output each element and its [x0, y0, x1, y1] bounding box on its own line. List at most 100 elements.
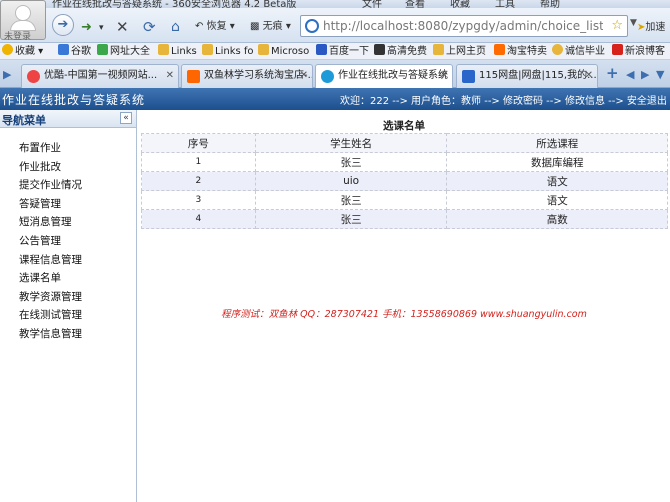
app-title: 作业在线批改与答疑系统 [2, 93, 146, 107]
tab-label: 115网盘|网盘|115,我的... [479, 70, 597, 81]
sidebar-item-submission-status[interactable]: 提交作业情况 [0, 176, 136, 195]
cell-course: 语文 [446, 190, 668, 210]
accelerate-button[interactable]: ➤加速 [637, 18, 665, 33]
table-header-row: 序号 学生姓名 所选课程 [141, 133, 668, 153]
taobao-icon [494, 44, 505, 55]
tab-taobao-shop[interactable]: 双鱼林学习系统淘宝店-... ✕ [181, 64, 313, 88]
table-row[interactable]: 4 张三 高数 [141, 209, 668, 229]
google-icon [58, 44, 69, 55]
tab-scroll-left-icon[interactable]: ◀ [626, 68, 634, 81]
history-dropdown[interactable]: ▾ [94, 17, 109, 37]
bookmark-item[interactable]: 网址大全 [97, 44, 150, 59]
arrow-right-icon: ➜ [81, 20, 92, 35]
cell-student: uio [254, 171, 448, 191]
tab-115-disk[interactable]: 115网盘|网盘|115,我的... ✕ [456, 64, 598, 88]
bookmark-label: Links [171, 46, 197, 57]
cell-course: 数据库编程 [446, 152, 668, 172]
browser-toolbar: ➔ ➜ ▾ ✕ ⟳ ⌂ ↶ 恢复 ▾ ▩ 无痕 ▾ ☆ ▼ ➤加速 [0, 8, 670, 43]
tab-youku[interactable]: 优酷-中国第一视频网站... ✕ [21, 64, 179, 88]
tab-list-icon[interactable]: ▼ [656, 68, 664, 81]
table-row[interactable]: 2 uio 语文 [141, 171, 668, 191]
restore-label: 恢复 [206, 21, 227, 32]
tab-close-icon[interactable]: ✕ [440, 65, 448, 87]
tab-close-icon[interactable]: ✕ [585, 65, 593, 87]
bookmark-item[interactable]: 新浪博客 [612, 44, 665, 59]
bookmark-label: Microso [271, 46, 310, 57]
url-input[interactable] [323, 18, 603, 34]
video-icon [374, 44, 385, 55]
tab-homework-system[interactable]: 作业在线批改与答疑系统 ✕ [315, 64, 453, 89]
smile-icon [552, 44, 563, 55]
bookmark-label: 新浪博客 [625, 46, 665, 57]
sidebar-item-course-info[interactable]: 课程信息管理 [0, 251, 136, 270]
address-bar[interactable]: ☆ [300, 15, 628, 37]
bookmark-item[interactable]: 收藏 ▾ [2, 44, 43, 59]
cell-course: 高数 [446, 209, 668, 229]
sidebar-item-announcements[interactable]: 公告管理 [0, 232, 136, 251]
bookmark-item[interactable]: 谷歌 [58, 44, 91, 59]
bookmark-label: Links fo [215, 46, 254, 57]
sidebar-item-teaching-resources[interactable]: 教学资源管理 [0, 288, 136, 307]
traceless-button[interactable]: ▩ 无痕 ▾ [245, 16, 296, 36]
tab-close-icon[interactable]: ✕ [166, 65, 174, 87]
folder-icon [258, 44, 269, 55]
user-info-links[interactable]: 欢迎：222 --> 用户角色：教师 --> 修改密码 --> 修改信息 -->… [340, 92, 667, 107]
sidebar-item-online-tests[interactable]: 在线测试管理 [0, 306, 136, 325]
tab-close-icon[interactable]: ✕ [300, 65, 308, 87]
column-header-course: 所选课程 [446, 133, 668, 153]
sidebar-item-qa-management[interactable]: 答疑管理 [0, 195, 136, 214]
sidebar-menu: 布置作业 作业批改 提交作业情况 答疑管理 短消息管理 公告管理 课程信息管理 … [0, 128, 136, 344]
bookmark-item[interactable]: 上网主页 [433, 44, 486, 59]
user-avatar[interactable]: 未登录 [0, 0, 46, 42]
url-dropdown-icon[interactable]: ▼ [630, 18, 637, 28]
collapse-icon[interactable]: « [120, 112, 132, 124]
sidebar-item-grade-homework[interactable]: 作业批改 [0, 158, 136, 177]
sidebar-item-assign-homework[interactable]: 布置作业 [0, 139, 136, 158]
bookmark-label: 诚信毕业 [565, 46, 605, 57]
tab-label: 作业在线批改与答疑系统 [338, 70, 448, 81]
bookmark-item[interactable]: 高清免费 [374, 44, 427, 59]
folder-icon [158, 44, 169, 55]
home-button[interactable]: ⌂ [166, 16, 185, 36]
table-row[interactable]: 3 张三 语文 [141, 190, 668, 210]
bookmark-label: 百度一下 [329, 46, 369, 57]
menu-file[interactable]: 文件 [362, 0, 382, 8]
favorite-star-icon[interactable]: ☆ [611, 18, 623, 33]
undo-icon: ↶ [195, 21, 204, 32]
bookmark-item[interactable]: Links fo [202, 44, 254, 59]
app-header: 作业在线批改与答疑系统 欢迎：222 --> 用户角色：教师 --> 修改密码 … [0, 88, 670, 110]
bookmark-item[interactable]: 诚信毕业 [552, 44, 605, 59]
tab-strip: ▶ 优酷-中国第一视频网站... ✕ 双鱼林学习系统淘宝店-... ✕ 作业在线批改… [0, 60, 670, 89]
tab-scroll-right-icon[interactable]: ▶ [641, 68, 649, 81]
avatar-label: 未登录 [4, 32, 32, 42]
bookmark-label: 淘宝特卖 [507, 46, 547, 57]
cell-course: 语文 [446, 171, 668, 191]
sidebar-toggle-icon[interactable]: ▶ [3, 68, 11, 81]
cell-index: 2 [141, 171, 256, 191]
home-icon: ⌂ [171, 19, 180, 35]
menu-view[interactable]: 查看 [405, 0, 425, 8]
bookmark-item[interactable]: Microso [258, 44, 309, 59]
stop-button[interactable]: ✕ [111, 16, 134, 36]
bookmark-label: 收藏 [15, 46, 35, 57]
sidebar-item-enrollment-list[interactable]: 选课名单 [0, 269, 136, 288]
restore-button[interactable]: ↶ 恢复 ▾ [190, 16, 240, 36]
avatar-head-icon [15, 5, 31, 21]
menu-help[interactable]: 帮助 [540, 0, 560, 8]
cell-index: 4 [141, 209, 256, 229]
bookmark-item[interactable]: Links [158, 44, 197, 59]
bookmark-item[interactable]: 淘宝特卖 [494, 44, 547, 59]
sidebar-item-teaching-info[interactable]: 教学信息管理 [0, 325, 136, 344]
refresh-button[interactable]: ⟳ [138, 16, 161, 36]
sidebar-item-messages[interactable]: 短消息管理 [0, 213, 136, 232]
back-button[interactable]: ➔ [52, 14, 74, 36]
enrollment-table: 序号 学生姓名 所选课程 1 张三 数据库编程 2 uio 语文 3 张三 语文 [141, 133, 668, 229]
new-tab-plus-icon[interactable]: + [606, 64, 619, 82]
site-icon [97, 44, 108, 55]
menu-favorites[interactable]: 收藏 [450, 0, 470, 8]
table-row[interactable]: 1 张三 数据库编程 [141, 152, 668, 172]
column-header-student: 学生姓名 [254, 133, 448, 153]
menu-tools[interactable]: 工具 [495, 0, 515, 8]
bookmark-item[interactable]: 百度一下 [316, 44, 369, 59]
cell-student: 张三 [254, 190, 448, 210]
